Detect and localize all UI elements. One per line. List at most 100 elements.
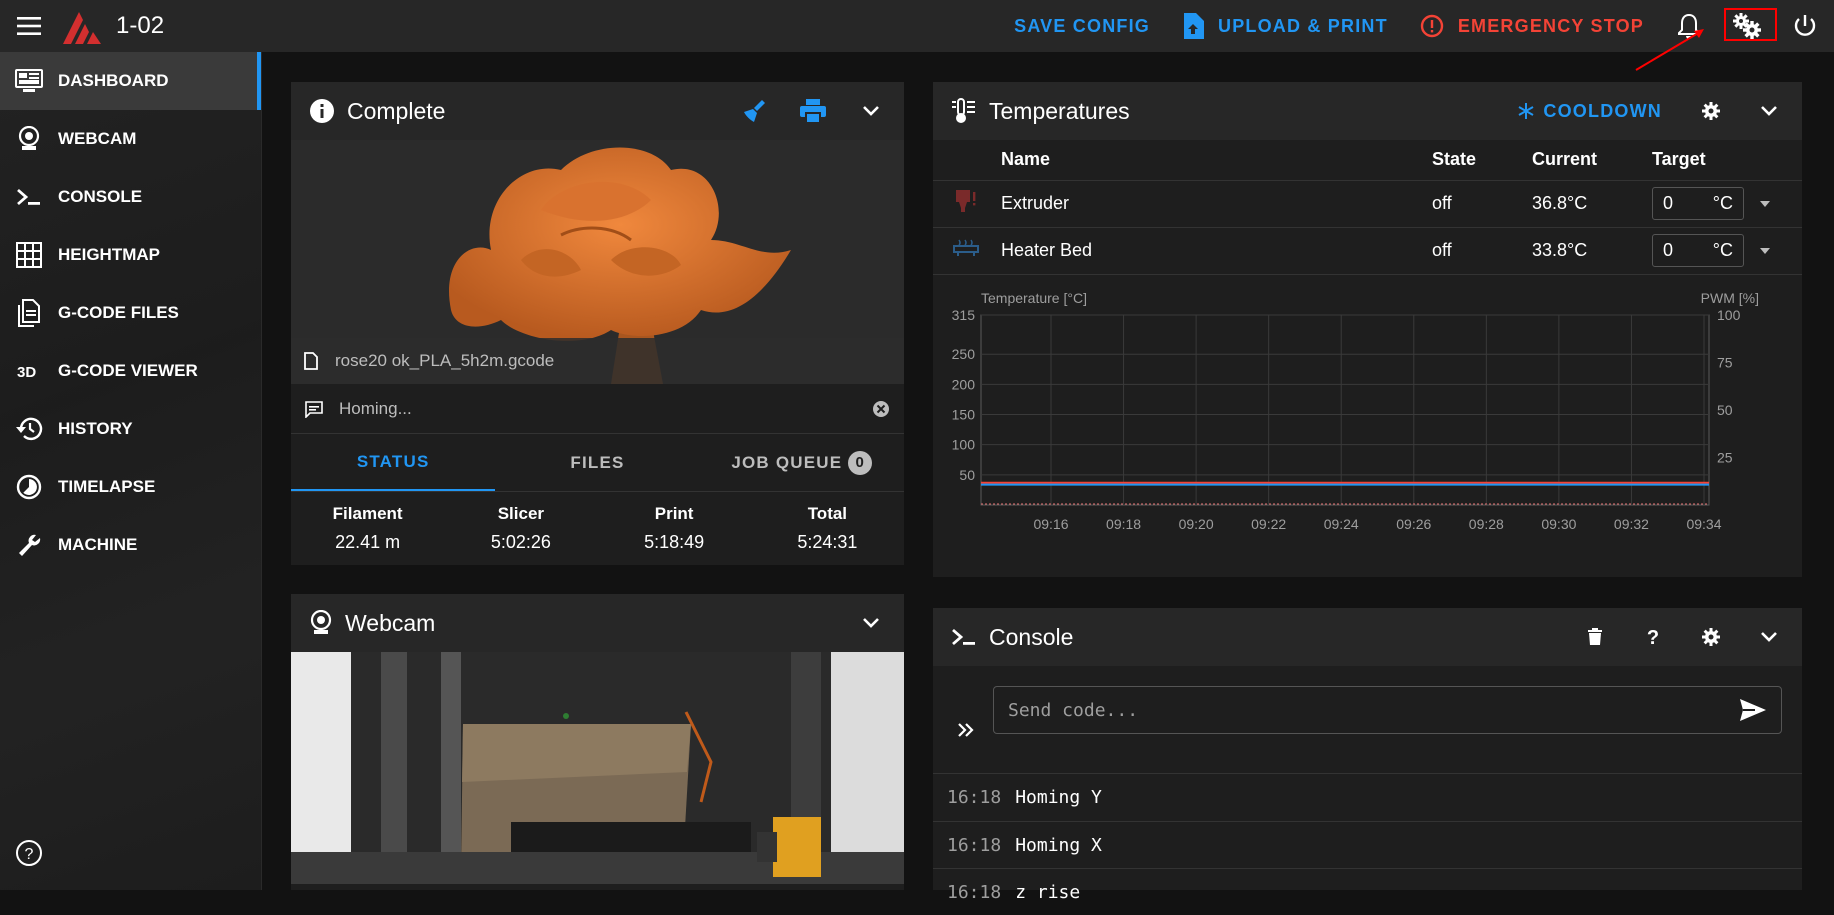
column-header-name: Name bbox=[1001, 140, 1432, 181]
heater-current: 36.8°C bbox=[1532, 180, 1652, 228]
collapse-button[interactable] bbox=[1740, 82, 1798, 140]
stat-value: 5:02:26 bbox=[490, 531, 551, 552]
reprint-button[interactable] bbox=[784, 82, 842, 140]
sidebar-item-label: TIMELAPSE bbox=[58, 477, 156, 496]
chart-xtick-label: 09:22 bbox=[1251, 516, 1286, 532]
chart-xtick-label: 09:24 bbox=[1324, 516, 1359, 532]
chart-xtick-label: 09:34 bbox=[1686, 516, 1721, 532]
sidebar-item-history[interactable]: HISTORY bbox=[0, 400, 261, 458]
help-circle-icon[interactable]: ? bbox=[14, 838, 44, 868]
chart-y2label: PWM [%] bbox=[1701, 290, 1759, 306]
history-icon bbox=[14, 414, 44, 444]
stat-total: Total 5:24:31 bbox=[751, 492, 904, 564]
target-temperature-input[interactable]: 0 °C bbox=[1652, 187, 1744, 220]
cooldown-button[interactable]: COOLDOWN bbox=[1497, 82, 1682, 140]
broom-icon bbox=[744, 100, 765, 122]
file-document-icon bbox=[14, 298, 44, 328]
console-input[interactable]: Send code... bbox=[993, 686, 1782, 734]
power-button[interactable] bbox=[1776, 0, 1834, 52]
tab-job-queue[interactable]: JOB QUEUE 0 bbox=[700, 434, 904, 491]
svg-text:?: ? bbox=[25, 846, 34, 863]
column-header-target: Target bbox=[1652, 140, 1802, 181]
file-upload-icon bbox=[1184, 13, 1204, 39]
console-panel-header: Console ? bbox=[933, 608, 1802, 666]
target-temperature-input[interactable]: 0 °C bbox=[1652, 234, 1744, 267]
power-icon bbox=[1794, 15, 1816, 36]
table-row: Heater Bed off 33.8°C 0 °C bbox=[933, 227, 1802, 275]
collapse-button[interactable] bbox=[842, 82, 900, 140]
console-settings-button[interactable] bbox=[1682, 608, 1740, 666]
print-thumbnail: rose20 ok_PLA_5h2m.gcode bbox=[291, 140, 904, 384]
temperature-settings-button[interactable] bbox=[1682, 82, 1740, 140]
clear-print-button[interactable] bbox=[726, 82, 784, 140]
menu-down-icon[interactable] bbox=[1758, 246, 1772, 256]
tab-files[interactable]: FILES bbox=[495, 434, 699, 491]
chevron-double-right-icon[interactable] bbox=[957, 722, 975, 738]
collapse-button[interactable] bbox=[1740, 608, 1798, 666]
tab-status[interactable]: STATUS bbox=[291, 434, 496, 491]
stat-value: 5:18:49 bbox=[644, 531, 705, 552]
chart-y2tick-label: 75 bbox=[1717, 354, 1733, 370]
status-message: Homing... bbox=[291, 384, 904, 434]
menu-down-icon[interactable] bbox=[1758, 199, 1772, 209]
status-panel-header: Complete bbox=[291, 82, 904, 140]
heater-state: off bbox=[1432, 180, 1532, 228]
close-circle-icon[interactable] bbox=[872, 400, 890, 418]
information-icon bbox=[310, 99, 334, 123]
bell-icon bbox=[1678, 13, 1700, 39]
sidebar-item-webcam[interactable]: WEBCAM bbox=[0, 110, 261, 168]
settings-button[interactable] bbox=[1718, 0, 1777, 52]
column-header-current: Current bbox=[1532, 140, 1652, 181]
menu-icon[interactable] bbox=[0, 0, 58, 52]
sidebar-item-heightmap[interactable]: HEIGHTMAP bbox=[0, 226, 261, 284]
console-text: z rise bbox=[1015, 881, 1081, 903]
stat-print: Print 5:18:49 bbox=[598, 492, 751, 564]
mainsail-logo[interactable] bbox=[58, 0, 108, 52]
heater-name: Heater Bed bbox=[1001, 227, 1432, 275]
console-help-button[interactable]: ? bbox=[1624, 608, 1682, 666]
heater-target-cell: 0 °C bbox=[1652, 227, 1802, 275]
alert-circle-icon bbox=[1420, 14, 1444, 38]
save-config-button[interactable]: SAVE CONFIG bbox=[998, 0, 1166, 52]
column-header-state: State bbox=[1432, 140, 1532, 181]
chevron-down-icon bbox=[863, 618, 879, 628]
status-message-text: Homing... bbox=[339, 398, 412, 418]
sidebar-item-dashboard[interactable]: DASHBOARD bbox=[0, 52, 261, 110]
sidebar-item-timelapse[interactable]: TIMELAPSE bbox=[0, 458, 261, 516]
target-unit: °C bbox=[1712, 193, 1733, 213]
temperatures-panel-header: Temperatures COOLDOWN bbox=[933, 82, 1802, 140]
radiator-icon bbox=[953, 239, 979, 256]
console-timestamp: 16:18 bbox=[947, 834, 1002, 856]
sidebar-item-machine[interactable]: MACHINE bbox=[0, 516, 261, 574]
sidebar-item-gcode-files[interactable]: G-CODE FILES bbox=[0, 284, 261, 342]
temperature-table: Name State Current Target Extruder off 3… bbox=[933, 140, 1802, 275]
clear-console-button[interactable] bbox=[1566, 608, 1624, 666]
notifications-button[interactable] bbox=[1660, 0, 1718, 52]
stat-label: Print bbox=[654, 503, 694, 523]
target-value: 0 bbox=[1663, 193, 1674, 213]
chart-xtick-label: 09:28 bbox=[1469, 516, 1504, 532]
thermometer-lines-icon bbox=[952, 98, 975, 123]
upload-print-button[interactable]: UPLOAD & PRINT bbox=[1166, 0, 1404, 52]
heater-target-cell: 0 °C bbox=[1652, 180, 1802, 228]
sidebar-item-console[interactable]: CONSOLE bbox=[0, 168, 261, 226]
emergency-stop-button[interactable]: EMERGENCY STOP bbox=[1404, 0, 1660, 52]
stat-slicer: Slicer 5:02:26 bbox=[444, 492, 597, 564]
printer-icon bbox=[800, 99, 826, 124]
collapse-button[interactable] bbox=[842, 594, 900, 652]
file-icon bbox=[304, 352, 318, 370]
chart-ytick-label: 250 bbox=[952, 346, 976, 362]
sidebar: DASHBOARD WEBCAM CONSOLE HEIGHTMAP G-COD… bbox=[0, 52, 262, 890]
status-tabs: STATUS FILES JOB QUEUE 0 bbox=[291, 434, 904, 492]
console-panel: Console ? Send code... 16:18 Homing Y 16… bbox=[933, 608, 1802, 903]
help-icon: ? bbox=[1647, 627, 1659, 647]
console-line: 16:18 Homing X bbox=[933, 821, 1802, 868]
send-icon[interactable] bbox=[1739, 698, 1767, 722]
job-queue-count-badge: 0 bbox=[848, 450, 873, 475]
chart-xtick-label: 09:16 bbox=[1033, 516, 1068, 532]
sidebar-item-label: MACHINE bbox=[58, 535, 138, 554]
trash-icon bbox=[1588, 628, 1602, 645]
console-line: 16:18 z rise bbox=[933, 868, 1802, 915]
panel-title: Complete bbox=[347, 97, 446, 124]
sidebar-item-gcode-viewer[interactable]: 3D G-CODE VIEWER bbox=[0, 342, 261, 400]
